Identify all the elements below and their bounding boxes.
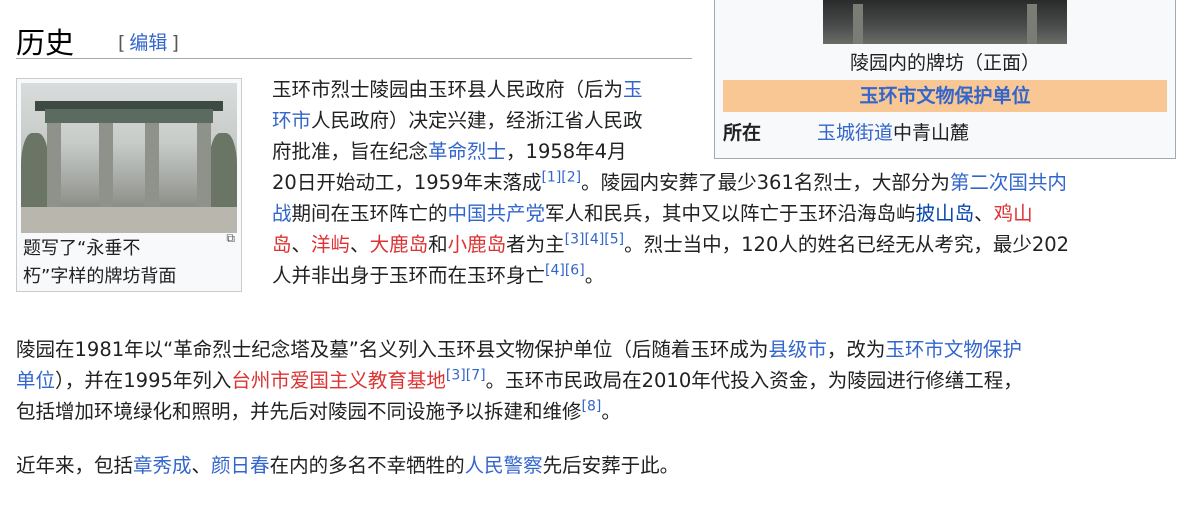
link-yan-richun[interactable]: 颜日春 <box>211 454 270 477</box>
citation[interactable]: [3][7] <box>446 368 486 384</box>
citation[interactable]: [3][4][5] <box>565 232 625 248</box>
link-county-level-city[interactable]: 县级市 <box>768 338 827 361</box>
link-yangyu[interactable]: 洋屿 <box>311 233 350 256</box>
paragraph-1: 玉环市烈士陵园由玉环县人民政府（后为玉 环市人民政府）决定兴建，经浙江省人民政 … <box>272 78 1070 287</box>
link-zhang-xiucheng[interactable]: 章秀成 <box>133 454 192 477</box>
link-heritage-unit[interactable]: 玉环市文物保护 <box>885 338 1022 361</box>
link-education-base[interactable]: 台州市爱国主义教育基地 <box>231 369 446 392</box>
link-civil-war[interactable]: 第二次国共内 <box>950 171 1067 194</box>
link-yuhuan-city[interactable]: 玉 <box>623 78 643 101</box>
link-ccp[interactable]: 中国共产党 <box>448 202 546 225</box>
link-yuhuan-city-2[interactable]: 环市 <box>272 109 311 132</box>
link-peoples-police[interactable]: 人民警察 <box>465 454 543 477</box>
edit-section: [编辑] <box>118 32 179 54</box>
citation[interactable]: [8] <box>582 399 602 415</box>
citation[interactable]: [4][6] <box>545 263 585 279</box>
edit-link[interactable]: 编辑 <box>125 32 171 54</box>
infobox-caption: 陵园内的牌坊（正面） <box>849 52 1040 74</box>
thumbnail-image[interactable] <box>21 83 237 233</box>
paragraph-2: 陵园在1981年以“革命烈士纪念塔及墓”名义列入玉环县文物保护单位（后随着玉环成… <box>16 338 1023 423</box>
thumbnail-figure: ⧉ 题写了“永垂不 朽”字样的牌坊背面 <box>16 78 242 292</box>
section-heading: 历史 [编辑] <box>16 18 692 60</box>
section-title: 历史 <box>16 26 75 60</box>
link-dalu-island[interactable]: 大鹿岛 <box>370 233 429 256</box>
link-xiaolu-island[interactable]: 小鹿岛 <box>448 233 507 256</box>
link-jishan-island[interactable]: 鸡山 <box>994 202 1033 225</box>
thumbnail-caption: 题写了“永垂不 朽”字样的牌坊背面 <box>23 238 177 287</box>
infobox-image[interactable] <box>823 0 1067 44</box>
link-revolutionary-martyrs[interactable]: 革命烈士 <box>428 140 506 163</box>
citation[interactable]: [1][2] <box>541 170 581 186</box>
paragraph-3: 近年来，包括章秀成、颜日春在内的多名不幸牺牲的人民警察先后安葬于此。 <box>16 454 680 477</box>
link-pishan-island[interactable]: 披山岛 <box>916 202 975 225</box>
